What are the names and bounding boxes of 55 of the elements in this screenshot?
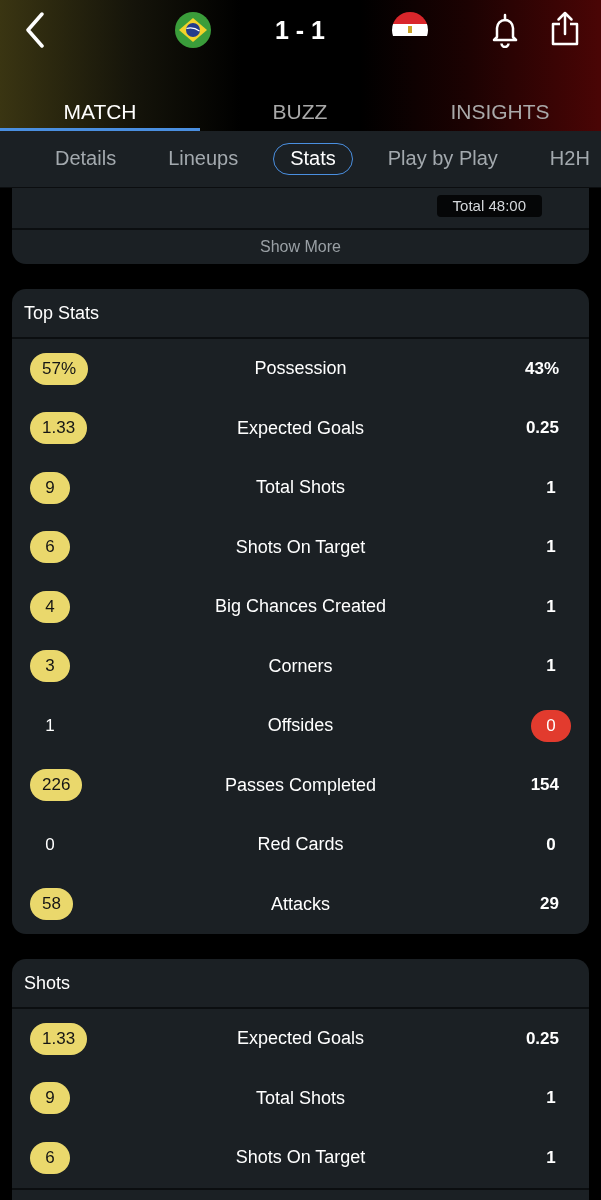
stat-value: 1 bbox=[545, 595, 557, 618]
stat-value: 6 bbox=[30, 1141, 70, 1174]
stat-label: Attacks bbox=[271, 893, 330, 915]
match-tab[interactable]: INSIGHTS bbox=[400, 95, 600, 131]
match-tab[interactable]: BUZZ bbox=[200, 95, 400, 131]
stat-label: Expected Goals bbox=[236, 1028, 365, 1050]
stat-label: Shots On Target bbox=[235, 536, 366, 558]
stat-value: 1.33 bbox=[30, 1022, 88, 1055]
stat-value: 57% bbox=[30, 352, 89, 385]
subtab[interactable]: Details bbox=[38, 143, 134, 175]
flag-icon bbox=[392, 12, 428, 36]
subtab[interactable]: H2H bbox=[532, 143, 601, 175]
stat-value: 0.25 bbox=[524, 1027, 560, 1050]
subtab[interactable]: Lineups bbox=[151, 143, 256, 175]
stat-value: 154 bbox=[529, 774, 560, 797]
stat-value: 226 bbox=[30, 769, 83, 802]
score-text: 1 - 1 bbox=[274, 15, 326, 46]
stat-label: Shots On Target bbox=[235, 1147, 366, 1169]
stat-value: 43% bbox=[523, 357, 560, 380]
stat-value: 6 bbox=[30, 531, 70, 564]
stat-value: 1 bbox=[44, 714, 56, 737]
show-more-button[interactable]: Show More bbox=[12, 230, 589, 264]
section-title: Top Stats bbox=[12, 289, 589, 339]
stat-value: 1 bbox=[545, 1146, 557, 1169]
subtab[interactable]: Play by Play bbox=[370, 143, 515, 175]
flag-icon bbox=[175, 12, 211, 48]
stat-value: 1.33 bbox=[30, 412, 88, 445]
stat-label: Corners bbox=[268, 655, 333, 677]
stat-value: 4 bbox=[30, 590, 70, 623]
back-icon[interactable] bbox=[25, 12, 45, 48]
stat-label: Red Cards bbox=[257, 834, 344, 856]
stat-value: 58 bbox=[30, 888, 73, 921]
stat-value: 0 bbox=[44, 833, 56, 856]
stat-label: Possession bbox=[254, 358, 347, 380]
stat-label: Total Shots bbox=[255, 1087, 346, 1109]
share-icon[interactable] bbox=[550, 10, 580, 46]
stat-label: Big Chances Created bbox=[214, 596, 387, 618]
stat-value: 9 bbox=[30, 1082, 70, 1115]
stat-value: 0 bbox=[531, 709, 571, 742]
stat-label: Offsides bbox=[267, 715, 334, 737]
stat-label: Total Shots bbox=[255, 477, 346, 499]
stat-value: 0 bbox=[545, 833, 557, 856]
stat-value: 1 bbox=[545, 536, 557, 559]
section-title: Shots bbox=[12, 959, 589, 1009]
stat-value: 3 bbox=[30, 650, 70, 683]
stat-value: 0.25 bbox=[524, 417, 560, 440]
stat-value: 29 bbox=[539, 893, 560, 916]
bell-icon[interactable] bbox=[490, 12, 520, 48]
stat-label: Expected Goals bbox=[236, 417, 365, 439]
stat-value: 1 bbox=[545, 655, 557, 678]
stat-value: 9 bbox=[30, 471, 70, 504]
stat-value: 1 bbox=[545, 476, 557, 499]
stat-value: 1 bbox=[545, 1087, 557, 1110]
total-time-badge: Total 48:00 bbox=[436, 195, 542, 217]
stat-label: Passes Completed bbox=[224, 774, 377, 796]
